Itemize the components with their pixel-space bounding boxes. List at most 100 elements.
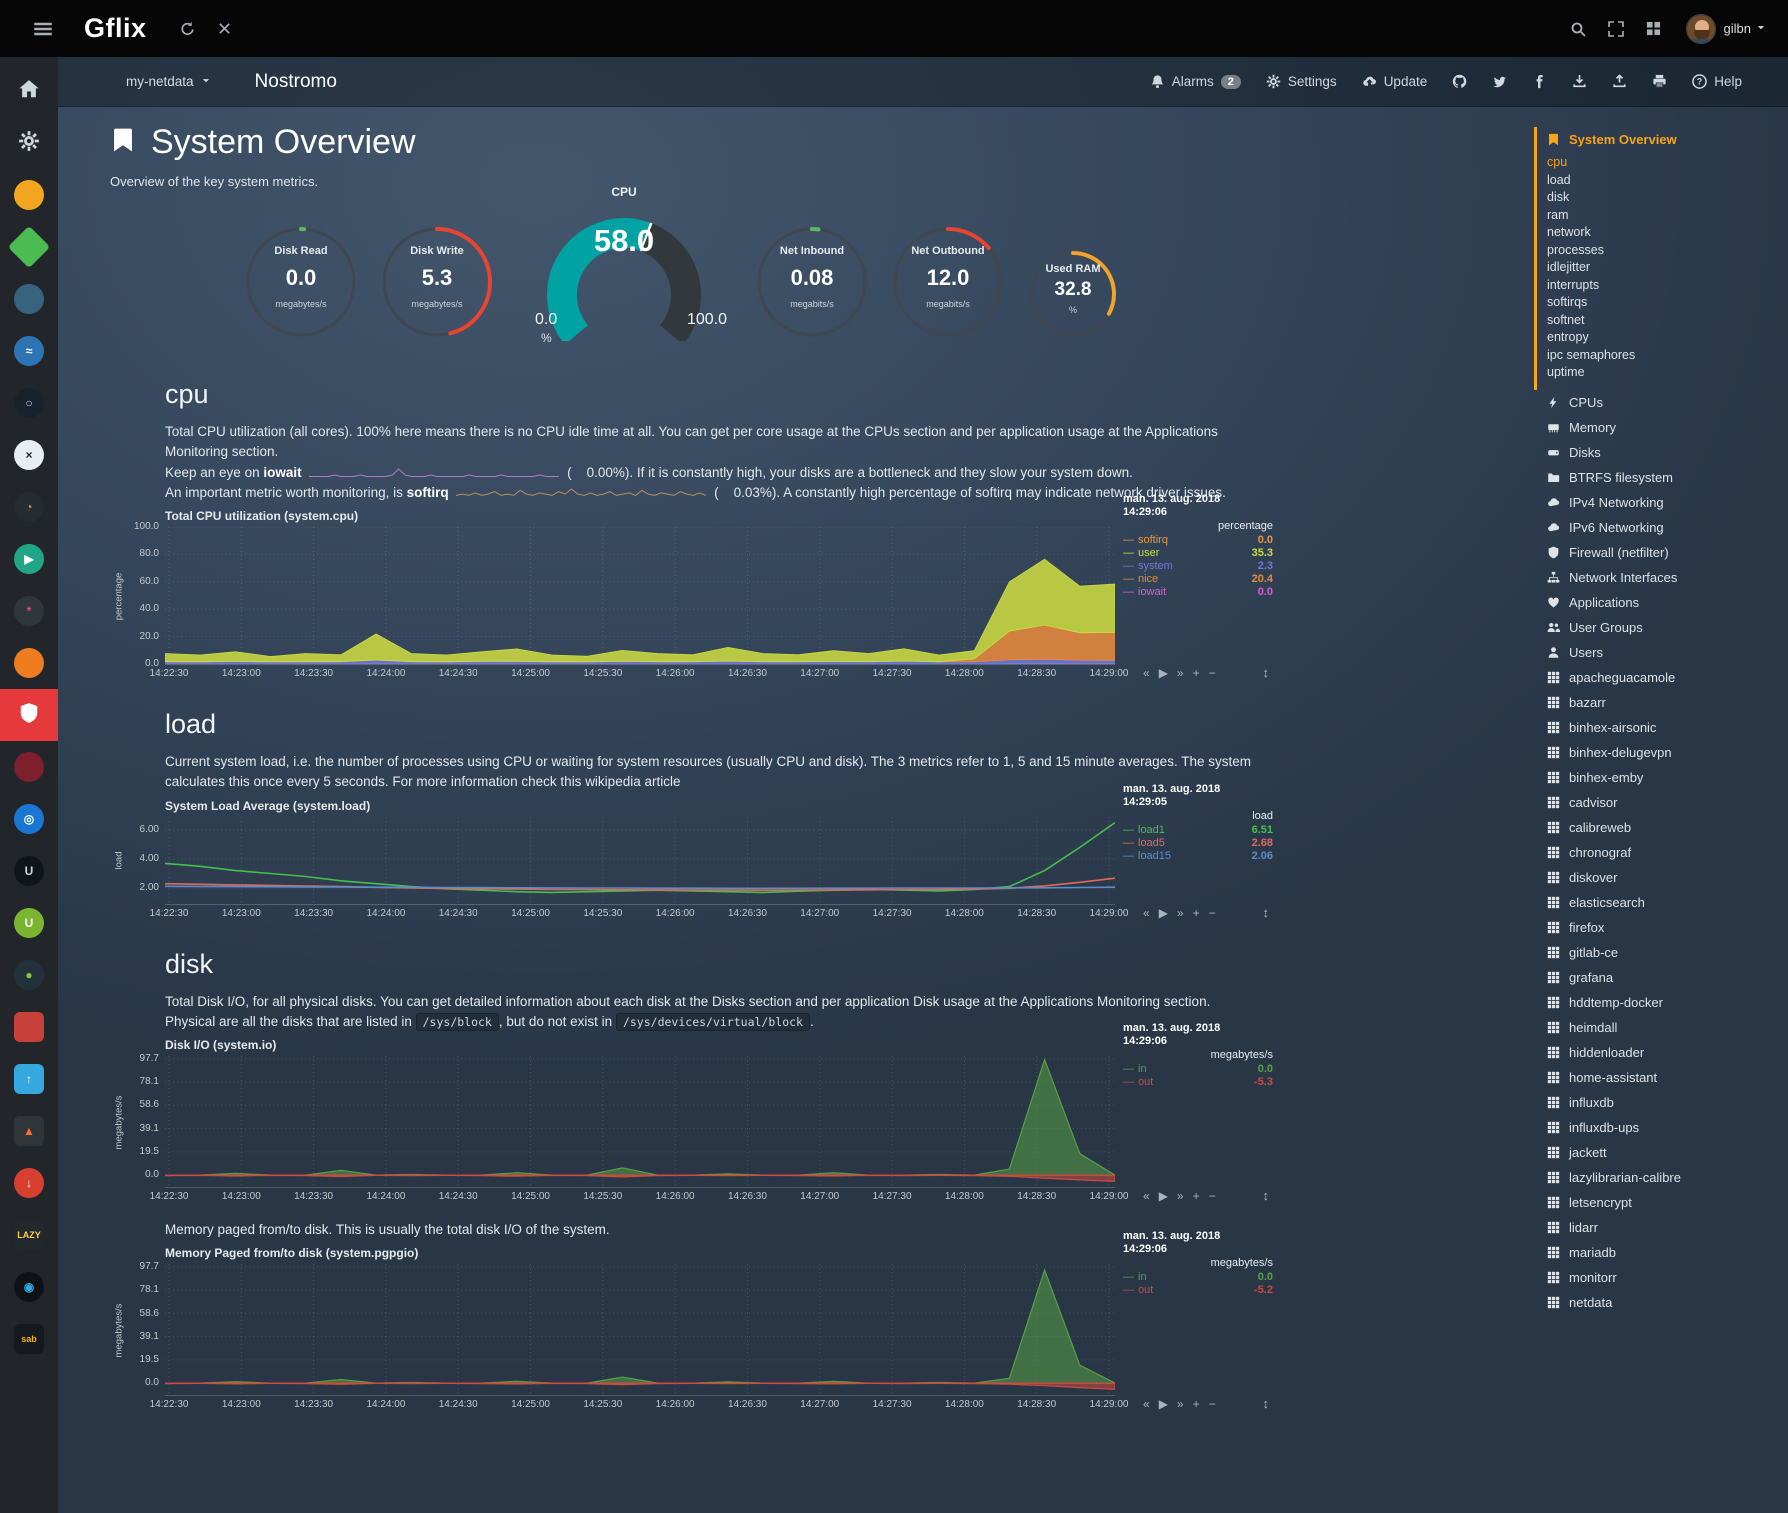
nav-interrupts[interactable]: interrupts [1547, 277, 1780, 295]
nav-memory[interactable]: Memory [1537, 415, 1780, 440]
legend-item-softirq[interactable]: —softirq0.0 [1123, 534, 1273, 547]
sidebar-settings-icon[interactable] [0, 117, 58, 169]
zoom-out-button[interactable]: − [1209, 666, 1216, 680]
chart-resize-handle[interactable]: ↕ [1263, 1188, 1270, 1203]
chart-resize-handle[interactable]: ↕ [1263, 905, 1270, 920]
sidebar-app-icon[interactable] [0, 169, 58, 221]
nav-processes[interactable]: processes [1547, 242, 1780, 260]
sidebar-app-icon[interactable]: U [0, 845, 58, 897]
nav-network-interfaces[interactable]: Network Interfaces [1537, 565, 1780, 590]
nav-ram[interactable]: ram [1547, 207, 1780, 225]
chart-resize-handle[interactable]: ↕ [1263, 1396, 1270, 1411]
nav-influxdb[interactable]: influxdb [1537, 1090, 1780, 1115]
nav-binhex-delugevpn[interactable]: binhex-delugevpn [1537, 740, 1780, 765]
nav-btrfs-filesystem[interactable]: BTRFS filesystem [1537, 465, 1780, 490]
sidebar-app-icon[interactable] [0, 1001, 58, 1053]
nav-gitlab-ce[interactable]: gitlab-ce [1537, 940, 1780, 965]
nav-applications[interactable]: Applications [1537, 590, 1780, 615]
nav-entropy[interactable]: entropy [1547, 329, 1780, 347]
pan-forward-button[interactable]: » [1177, 1397, 1184, 1411]
sidebar-app-icon[interactable]: ▲ [0, 1105, 58, 1157]
help-button[interactable]: ?Help [1692, 74, 1742, 89]
nav-system-overview[interactable]: System Overview [1537, 127, 1780, 152]
pan-backward-button[interactable]: « [1143, 666, 1150, 680]
legend-item-out[interactable]: —out-5.3 [1123, 1076, 1273, 1089]
chart-plot-area[interactable] [165, 1056, 1115, 1188]
sidebar-app-icon[interactable]: ◉ [0, 1261, 58, 1313]
nav-ipv6-networking[interactable]: IPv6 Networking [1537, 515, 1780, 540]
nav-softirqs[interactable]: softirqs [1547, 294, 1780, 312]
pan-forward-button[interactable]: » [1177, 1189, 1184, 1203]
softirq-sparkline[interactable] [456, 486, 706, 500]
gauge-net_inbound[interactable]: Net Inbound0.08megabits/s [753, 215, 871, 347]
zoom-in-button[interactable]: + [1193, 1189, 1200, 1203]
nav-ipc-semaphores[interactable]: ipc semaphores [1547, 347, 1780, 365]
my-netdata-dropdown[interactable]: my-netdata [126, 74, 211, 89]
nav-binhex-airsonic[interactable]: binhex-airsonic [1537, 715, 1780, 740]
gauge-disk_write[interactable]: Disk Write5.3megabytes/s [378, 215, 496, 347]
play-button[interactable]: ▶ [1159, 666, 1168, 680]
legend-item-user[interactable]: —user35.3 [1123, 547, 1273, 560]
close-icon[interactable] [217, 21, 232, 36]
chart-system-io[interactable]: Disk I/O (system.io)megabytes/s97.778.15… [165, 1038, 1273, 1204]
sidebar-app-icon-active[interactable] [0, 689, 58, 741]
chart-resize-handle[interactable]: ↕ [1263, 665, 1270, 680]
zoom-in-button[interactable]: + [1193, 666, 1200, 680]
legend-item-out[interactable]: —out-5.2 [1123, 1284, 1273, 1297]
sidebar-app-icon[interactable]: U [0, 897, 58, 949]
update-button[interactable]: Update [1362, 74, 1428, 89]
play-button[interactable]: ▶ [1159, 1397, 1168, 1411]
zoom-out-button[interactable]: − [1209, 906, 1216, 920]
settings-button[interactable]: Settings [1266, 74, 1337, 89]
pan-backward-button[interactable]: « [1143, 1397, 1150, 1411]
sidebar-app-icon[interactable]: * [0, 585, 58, 637]
nav-cadvisor[interactable]: cadvisor [1537, 790, 1780, 815]
sidebar-app-icon[interactable] [0, 221, 58, 273]
gauge-cpu[interactable]: CPU58.00.0100.0% [519, 189, 729, 347]
zoom-out-button[interactable]: − [1209, 1397, 1216, 1411]
legend-item-in[interactable]: —in0.0 [1123, 1271, 1273, 1284]
nav-diskover[interactable]: diskover [1537, 865, 1780, 890]
fullscreen-icon[interactable] [1608, 21, 1624, 37]
pan-forward-button[interactable]: » [1177, 906, 1184, 920]
sidebar-app-icon[interactable]: ◔ [0, 481, 58, 533]
play-button[interactable]: ▶ [1159, 906, 1168, 920]
print-button[interactable] [1652, 74, 1667, 89]
nav-letsencrypt[interactable]: letsencrypt [1537, 1190, 1780, 1215]
github-button[interactable] [1452, 74, 1467, 89]
sidebar-app-icon[interactable]: ◎ [0, 793, 58, 845]
nav-jackett[interactable]: jackett [1537, 1140, 1780, 1165]
sidebar-app-icon[interactable] [0, 637, 58, 689]
upload-button[interactable] [1612, 74, 1627, 89]
legend-item-system[interactable]: —system2.3 [1123, 560, 1273, 573]
legend-item-nice[interactable]: —nice20.4 [1123, 573, 1273, 586]
refresh-icon[interactable] [180, 21, 195, 36]
nav-firefox[interactable]: firefox [1537, 915, 1780, 940]
sidebar-app-icon[interactable]: ↑ [0, 1053, 58, 1105]
sidebar-app-icon[interactable]: × [0, 429, 58, 481]
nav-heimdall[interactable]: heimdall [1537, 1015, 1780, 1040]
nav-uptime[interactable]: uptime [1547, 364, 1780, 382]
nav-grafana[interactable]: grafana [1537, 965, 1780, 990]
sidebar-app-icon[interactable]: LAZY [0, 1209, 58, 1261]
sidebar-app-icon[interactable]: ≈ [0, 325, 58, 377]
apps-grid-icon[interactable] [1646, 21, 1661, 36]
nav-softnet[interactable]: softnet [1547, 312, 1780, 330]
legend-item-in[interactable]: —in0.0 [1123, 1063, 1273, 1076]
nav-bazarr[interactable]: bazarr [1537, 690, 1780, 715]
nav-calibreweb[interactable]: calibreweb [1537, 815, 1780, 840]
nav-binhex-emby[interactable]: binhex-emby [1537, 765, 1780, 790]
pan-forward-button[interactable]: » [1177, 666, 1184, 680]
chart-plot-area[interactable] [165, 1264, 1115, 1396]
zoom-in-button[interactable]: + [1193, 1397, 1200, 1411]
nav-influxdb-ups[interactable]: influxdb-ups [1537, 1115, 1780, 1140]
chart-system-load[interactable]: System Load Average (system.load)load6.0… [165, 799, 1273, 921]
sidebar-app-icon[interactable] [0, 741, 58, 793]
sidebar-app-icon[interactable]: sab [0, 1313, 58, 1365]
nav-chronograf[interactable]: chronograf [1537, 840, 1780, 865]
facebook-button[interactable] [1532, 74, 1547, 89]
nav-elasticsearch[interactable]: elasticsearch [1537, 890, 1780, 915]
nav-lidarr[interactable]: lidarr [1537, 1215, 1780, 1240]
search-icon[interactable] [1570, 21, 1586, 37]
sidebar-app-icon[interactable]: ↓ [0, 1157, 58, 1209]
